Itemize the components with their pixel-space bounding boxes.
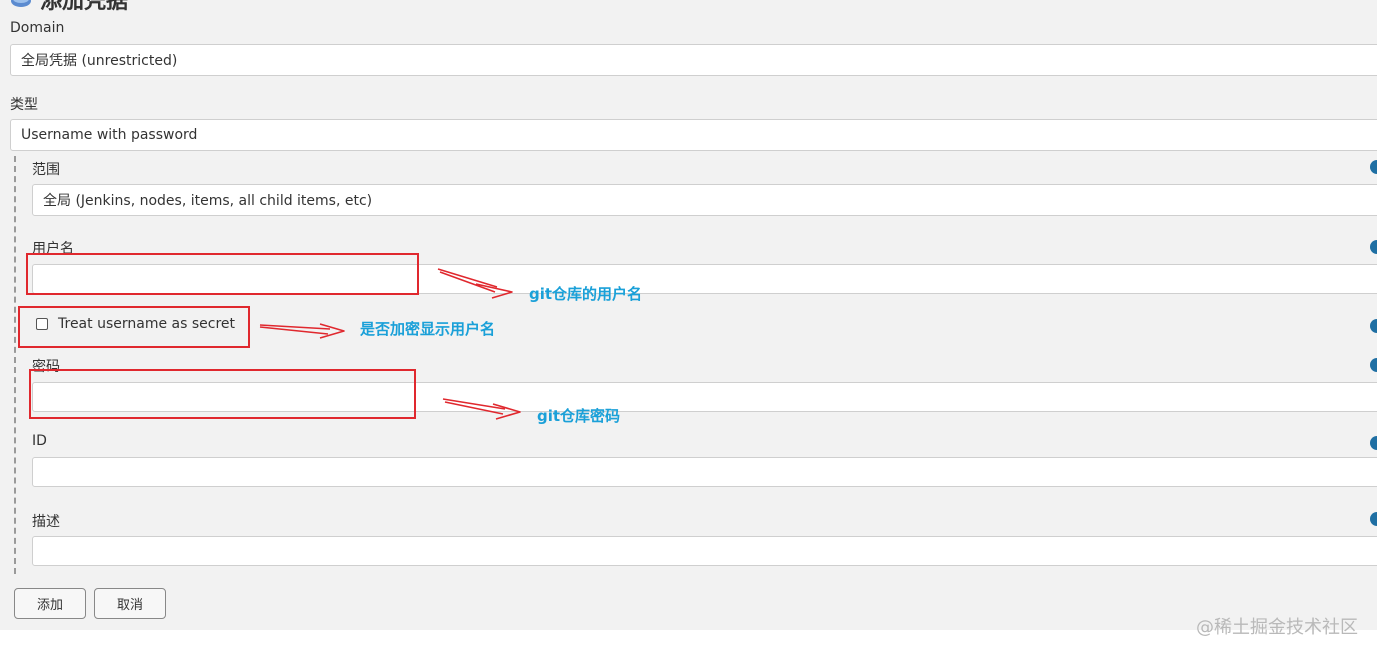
password-annotation: git仓库密码	[537, 407, 621, 425]
username-annotation: git仓库的用户名	[529, 285, 643, 303]
arrow-icon	[259, 323, 345, 339]
secret-annotation: 是否加密显示用户名	[360, 320, 496, 338]
annotation-arrows	[259, 268, 521, 420]
watermark: @稀土掘金技术社区	[1196, 617, 1358, 638]
arrow-icon	[442, 398, 521, 420]
arrow-icon	[437, 268, 513, 299]
